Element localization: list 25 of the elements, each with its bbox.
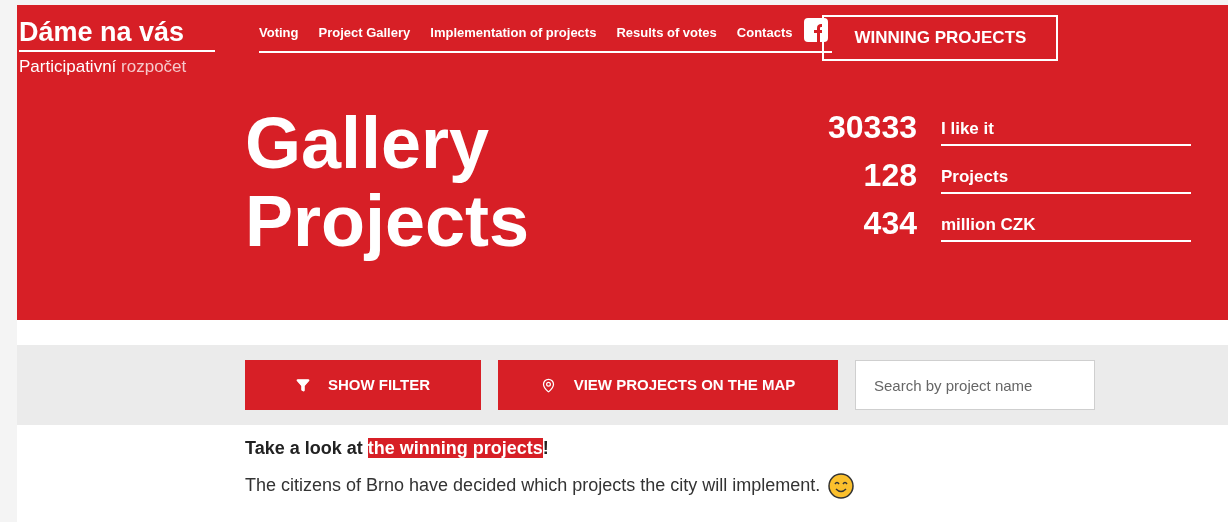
- smiley-icon: [828, 472, 855, 499]
- stat-label: Projects: [941, 164, 1191, 194]
- search-field[interactable]: Search by project name: [855, 360, 1095, 410]
- winning-projects-button[interactable]: WINNING PROJECTS: [822, 15, 1059, 61]
- nav-link[interactable]: Project Gallery: [318, 23, 411, 43]
- facebook-icon[interactable]: [804, 18, 829, 42]
- stat-value: 128: [862, 155, 917, 194]
- map-pin-icon: [540, 377, 556, 393]
- show-filter-button[interactable]: SHOW FILTER: [245, 360, 481, 410]
- notice-text: The citizens of Brno have decided which projects the city will implement.: [245, 474, 821, 497]
- filter-icon: [295, 378, 310, 392]
- stat-label: million CZK: [941, 212, 1191, 242]
- nav-link[interactable]: Results of votes: [616, 23, 717, 43]
- winning-projects-link[interactable]: the winning projects: [367, 438, 543, 458]
- stat-value: 30333: [827, 107, 917, 146]
- page-title: Gallery Projects: [245, 103, 531, 260]
- map-button[interactable]: VIEW PROJECTS ON THE MAP: [498, 360, 838, 410]
- tagline: Participativní rozpočet: [19, 56, 188, 78]
- brand-logo[interactable]: Dáme na vás: [19, 15, 215, 52]
- stat-label: I like it: [941, 116, 1191, 146]
- nav-link[interactable]: Voting: [259, 23, 299, 43]
- notice-heading: Take a look at the winning projects!: [245, 437, 550, 460]
- nav-link[interactable]: Implementation of projects: [430, 23, 597, 43]
- nav-link[interactable]: Contacts: [736, 23, 793, 43]
- stat-value: 434: [862, 203, 917, 242]
